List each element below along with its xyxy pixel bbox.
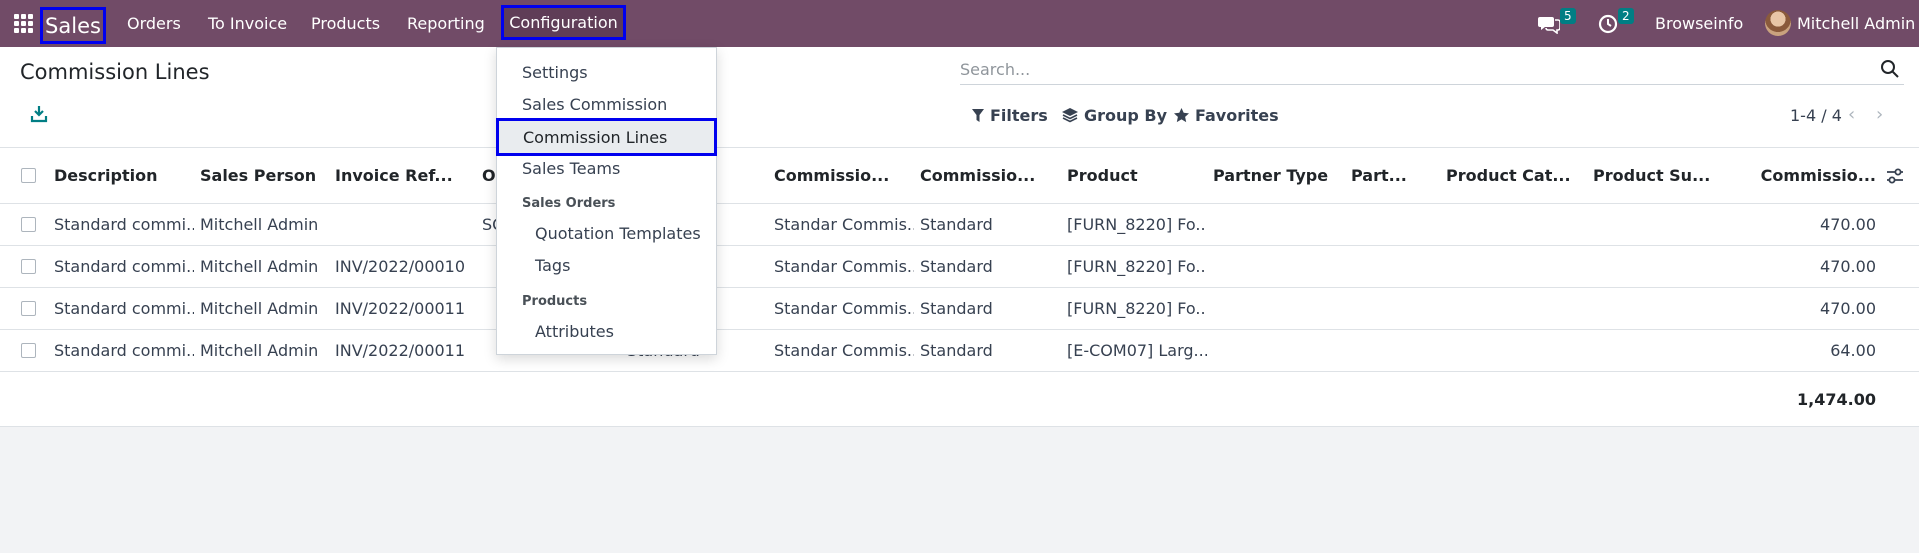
cell-commission-basis: Standard bbox=[920, 257, 993, 276]
filter-icon bbox=[972, 108, 984, 122]
cell-amount: 470.00 bbox=[1820, 215, 1876, 234]
cell-amount: 64.00 bbox=[1830, 341, 1876, 360]
cell-commission-basis: Standard bbox=[920, 341, 993, 360]
table-row[interactable]: Standard commi... Mitchell Admin INV/202… bbox=[0, 246, 1919, 288]
search-bar bbox=[960, 55, 1904, 85]
dropdown-item-commission-lines[interactable]: Commission Lines bbox=[496, 118, 717, 156]
optional-columns-icon[interactable] bbox=[1886, 167, 1904, 185]
row-checkbox[interactable] bbox=[21, 217, 36, 232]
cell-invoice-ref: INV/2022/00011 bbox=[335, 299, 466, 318]
table-row[interactable]: Standard commi... Mitchell Admin SO Stan… bbox=[0, 204, 1919, 246]
table-header-row: Description Sales Person Invoice Ref... … bbox=[0, 148, 1919, 204]
dropdown-item-settings[interactable]: Settings bbox=[497, 56, 716, 88]
col-product-category[interactable]: Product Cat... bbox=[1446, 148, 1586, 203]
col-sales-person[interactable]: Sales Person bbox=[200, 148, 330, 203]
dropdown-header-products: Products bbox=[522, 294, 588, 309]
dropdown-header-sales-orders: Sales Orders bbox=[522, 196, 616, 211]
cell-commission-name: Standar Commis... bbox=[774, 215, 914, 234]
filters-label: Filters bbox=[990, 105, 1048, 125]
search-input[interactable] bbox=[960, 55, 1860, 83]
dropdown-item-tags[interactable]: Tags bbox=[497, 249, 716, 281]
group-by-button[interactable]: Group By bbox=[1062, 104, 1167, 126]
cell-product: [FURN_8220] Fo... bbox=[1067, 215, 1207, 234]
dropdown-item-attributes[interactable]: Attributes bbox=[497, 315, 716, 347]
company-switcher[interactable]: Browseinfo bbox=[1655, 0, 1743, 47]
group-by-label: Group By bbox=[1084, 105, 1168, 125]
cell-sales-person: Mitchell Admin bbox=[200, 215, 319, 234]
dropdown-item-sales-commission[interactable]: Sales Commission bbox=[497, 88, 716, 120]
favorites-label: Favorites bbox=[1195, 105, 1279, 125]
col-invoice-ref[interactable]: Invoice Ref... bbox=[335, 148, 475, 203]
cell-commission-basis: Standard bbox=[920, 299, 993, 318]
cell-description: Standard commi... bbox=[54, 257, 194, 276]
user-avatar[interactable] bbox=[1765, 10, 1791, 36]
pager-value[interactable]: 1-4 / 4 bbox=[1790, 106, 1842, 125]
cell-invoice-ref bbox=[335, 204, 475, 245]
col-product[interactable]: Product bbox=[1067, 148, 1207, 203]
menu-reporting[interactable]: Reporting bbox=[407, 0, 485, 47]
cell-product: [FURN_8220] Fo... bbox=[1067, 257, 1207, 276]
download-icon[interactable] bbox=[30, 105, 48, 123]
col-commission-name[interactable]: Commissio... bbox=[774, 148, 914, 203]
cell-commission-name: Standar Commis... bbox=[774, 299, 914, 318]
configuration-dropdown: Settings Sales Commission Commission Lin… bbox=[496, 47, 717, 355]
filters-button[interactable]: Filters bbox=[972, 104, 1048, 126]
cell-invoice-ref: INV/2022/00011 bbox=[335, 341, 466, 360]
col-partner[interactable]: Part... bbox=[1351, 148, 1441, 203]
table-row[interactable]: Standard commi... Mitchell Admin INV/202… bbox=[0, 330, 1919, 372]
chevron-right-icon[interactable]: › bbox=[1876, 104, 1883, 125]
star-icon bbox=[1174, 107, 1189, 122]
search-icon[interactable] bbox=[1880, 59, 1900, 79]
app-brand-sales[interactable]: Sales bbox=[40, 7, 106, 44]
table-row[interactable]: Standard commi... Mitchell Admin INV/202… bbox=[0, 288, 1919, 330]
cell-product: [FURN_8220] Fo... bbox=[1067, 299, 1207, 318]
clock-activity-icon[interactable] bbox=[1598, 0, 1618, 47]
total-amount: 1,474.00 bbox=[1797, 389, 1876, 409]
layers-icon bbox=[1062, 107, 1078, 122]
col-commission-amount[interactable]: Commissio... bbox=[1730, 148, 1876, 203]
row-checkbox[interactable] bbox=[21, 343, 36, 358]
cell-description: Standard commi... bbox=[54, 215, 194, 234]
cell-commission-basis: Standard bbox=[920, 215, 993, 234]
cell-sales-person: Mitchell Admin bbox=[200, 299, 319, 318]
col-product-sub[interactable]: Product Su... bbox=[1593, 148, 1733, 203]
col-partner-type[interactable]: Partner Type bbox=[1213, 148, 1343, 203]
chat-icon[interactable] bbox=[1538, 0, 1560, 47]
menu-configuration[interactable]: Configuration bbox=[501, 5, 626, 40]
user-menu[interactable]: Mitchell Admin bbox=[1797, 0, 1915, 47]
cell-amount: 470.00 bbox=[1820, 299, 1876, 318]
apps-grid-icon[interactable] bbox=[14, 0, 34, 47]
cell-description: Standard commi... bbox=[54, 341, 194, 360]
page-title: Commission Lines bbox=[20, 60, 210, 84]
top-navbar: Sales Orders To Invoice Products Reporti… bbox=[0, 0, 1919, 47]
menu-to-invoice[interactable]: To Invoice bbox=[208, 0, 287, 47]
row-checkbox[interactable] bbox=[21, 301, 36, 316]
dropdown-item-sales-teams[interactable]: Sales Teams bbox=[497, 152, 716, 184]
cell-amount: 470.00 bbox=[1820, 257, 1876, 276]
commission-lines-table: Description Sales Person Invoice Ref... … bbox=[0, 148, 1919, 427]
col-commission-basis[interactable]: Commissio... bbox=[920, 148, 1060, 203]
cell-product: [E-COM07] Larg... bbox=[1067, 341, 1207, 360]
table-total-row: 1,474.00 bbox=[0, 372, 1919, 427]
cell-sales-person: Mitchell Admin bbox=[200, 257, 319, 276]
control-panel: Commission Lines Filters Group By Favori… bbox=[0, 47, 1919, 148]
dropdown-item-quotation-templates[interactable]: Quotation Templates bbox=[497, 217, 716, 249]
cell-sales-person: Mitchell Admin bbox=[200, 341, 319, 360]
favorites-button[interactable]: Favorites bbox=[1174, 104, 1279, 126]
menu-products[interactable]: Products bbox=[311, 0, 380, 47]
activity-count-badge: 2 bbox=[1618, 8, 1634, 24]
col-description[interactable]: Description bbox=[54, 148, 194, 203]
menu-orders[interactable]: Orders bbox=[127, 0, 181, 47]
cell-description: Standard commi... bbox=[54, 299, 194, 318]
row-checkbox[interactable] bbox=[21, 259, 36, 274]
chat-count-badge: 5 bbox=[1560, 8, 1576, 24]
cell-invoice-ref: INV/2022/00010 bbox=[335, 257, 466, 276]
cell-commission-name: Standar Commis... bbox=[774, 257, 914, 276]
chevron-left-icon[interactable]: ‹ bbox=[1848, 104, 1855, 125]
select-all-checkbox[interactable] bbox=[21, 168, 36, 183]
cell-commission-name: Standar Commis... bbox=[774, 341, 914, 360]
